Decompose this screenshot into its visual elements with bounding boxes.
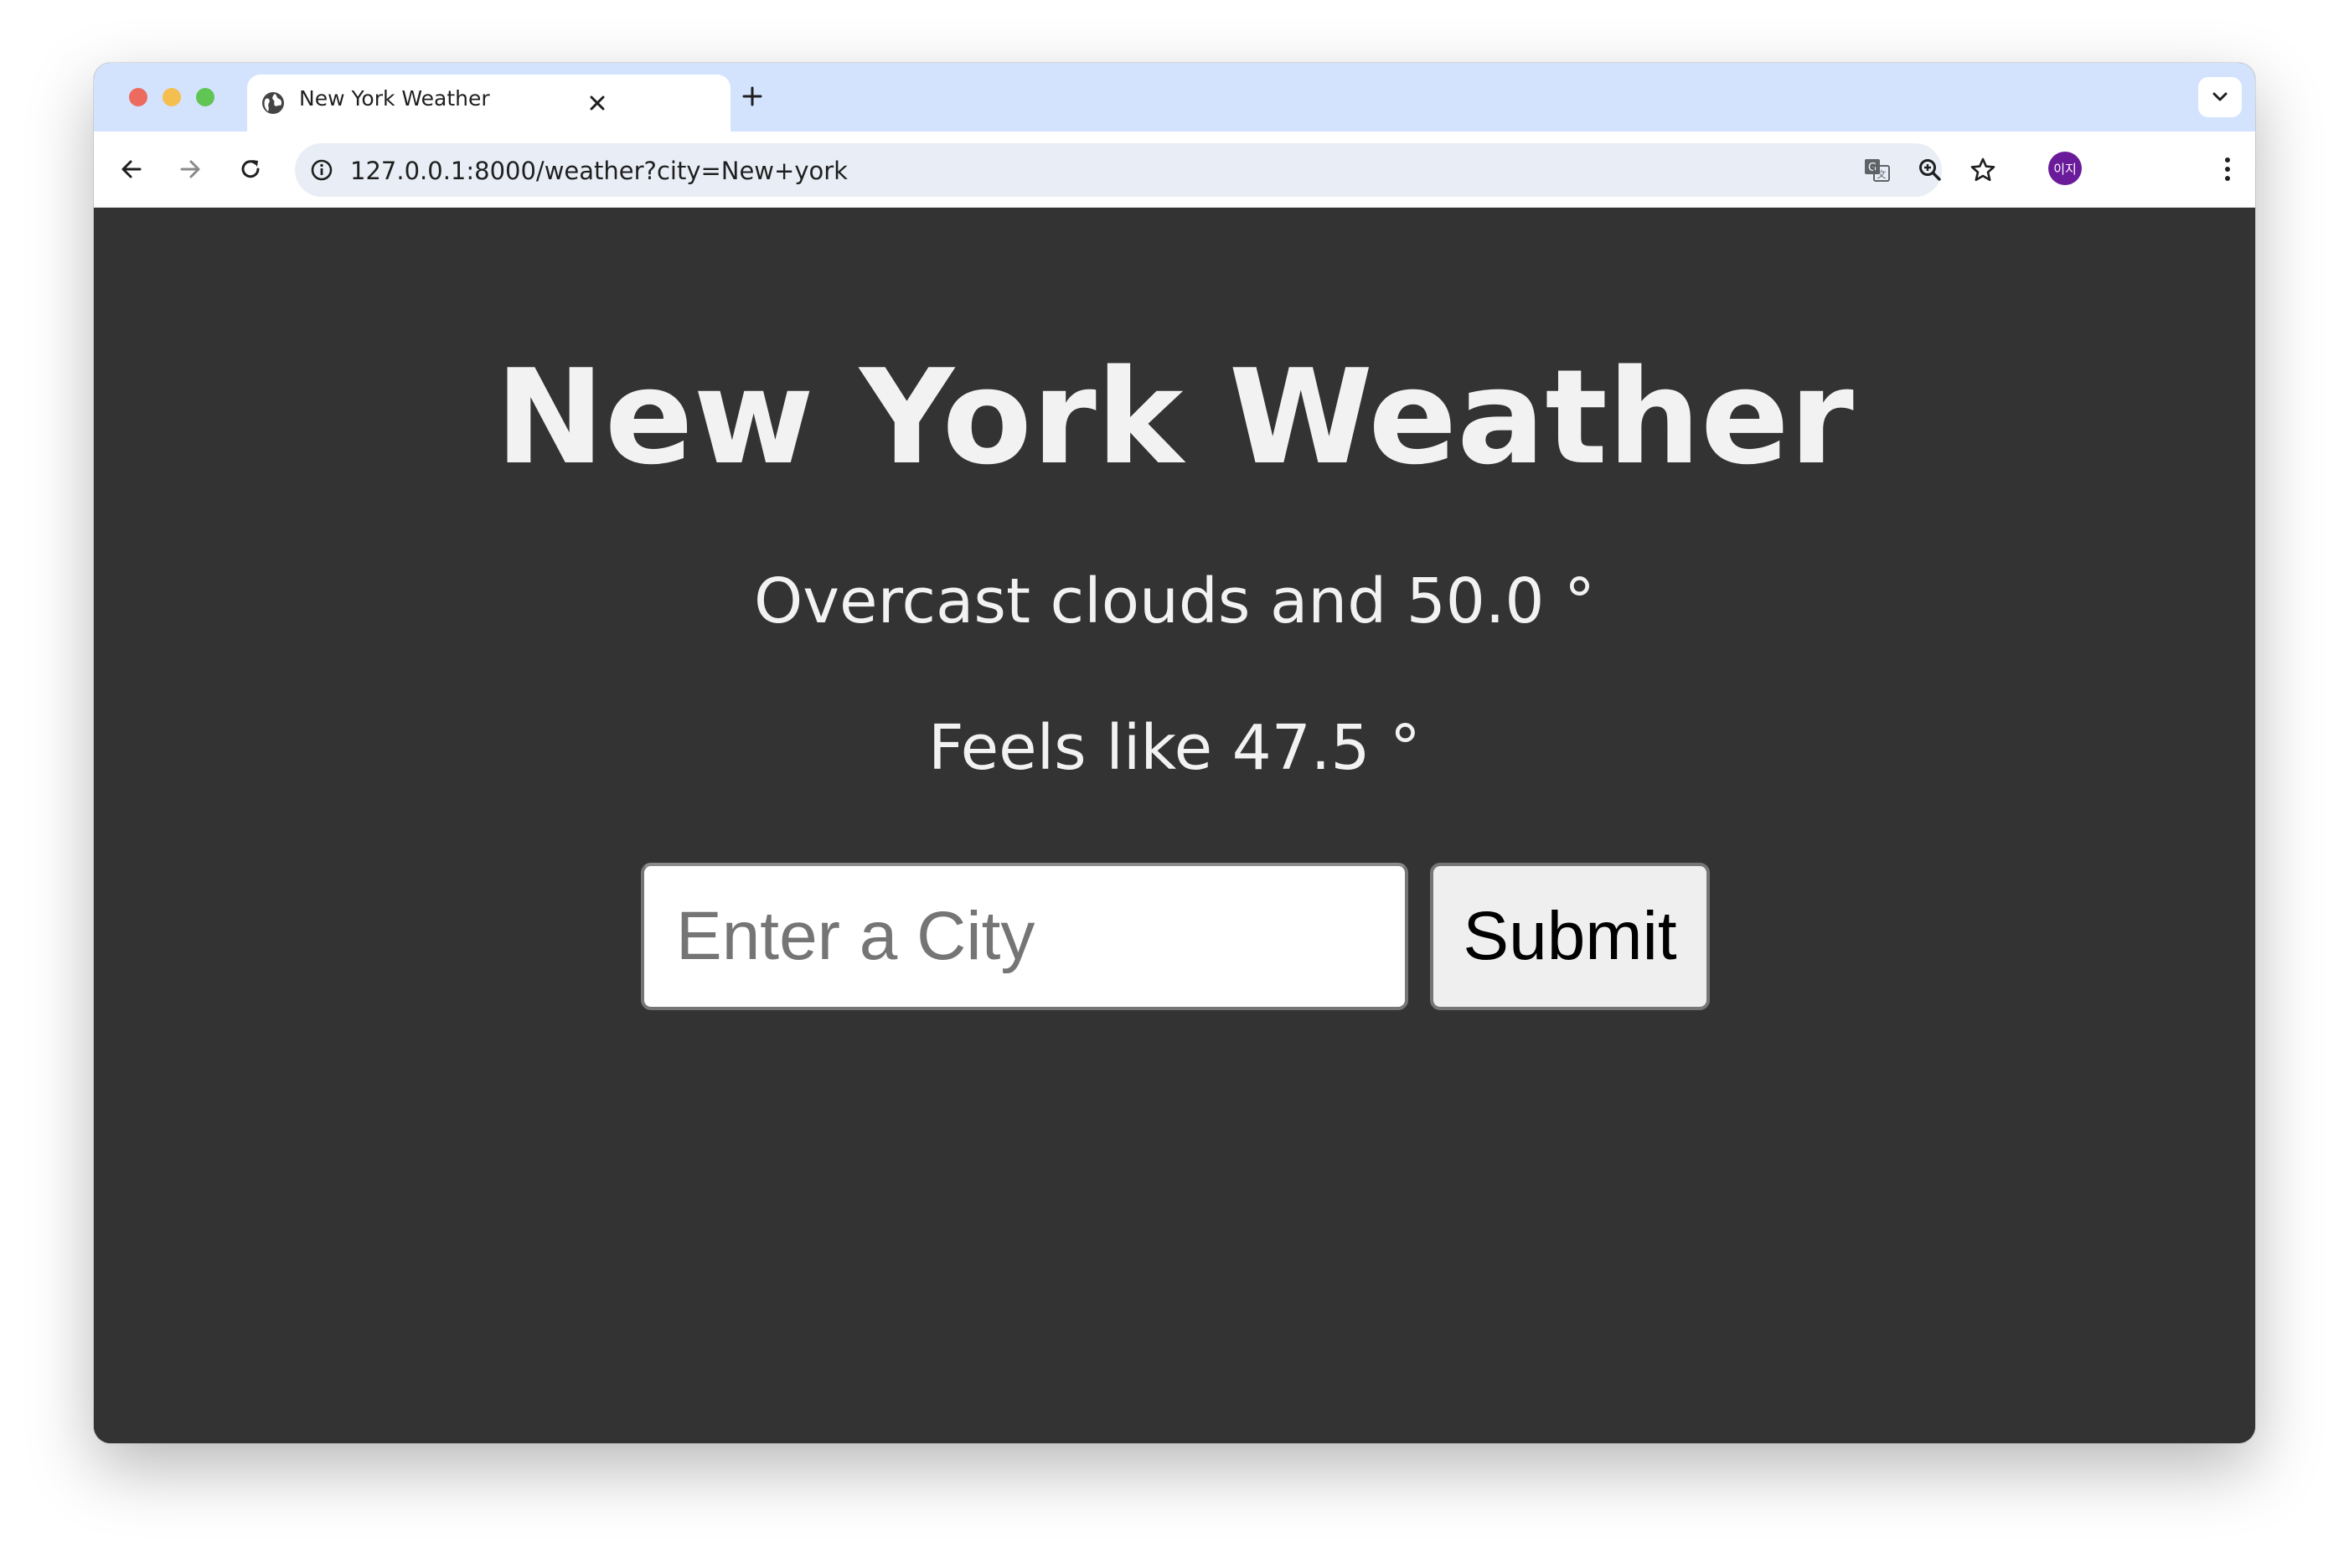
close-icon[interactable]: [582, 88, 612, 118]
svg-text:文: 文: [1877, 168, 1887, 180]
arrow-right-icon[interactable]: [171, 150, 209, 188]
page-content: New York Weather Overcast clouds and 50.…: [94, 208, 2255, 1443]
plus-icon[interactable]: [736, 80, 769, 113]
weather-conditions: Overcast clouds and 50.0 °: [754, 565, 1595, 637]
chevron-down-icon[interactable]: [2198, 77, 2242, 117]
submit-button[interactable]: Submit: [1430, 863, 1710, 1010]
reload-icon[interactable]: [231, 150, 270, 188]
address-bar[interactable]: 127.0.0.1:8000/weather?city=New+york G 文: [295, 143, 1995, 197]
arrow-left-icon[interactable]: [112, 150, 151, 188]
star-icon[interactable]: [1964, 152, 2001, 188]
translate-icon[interactable]: G 文: [1859, 152, 1896, 188]
browser-toolbar: 127.0.0.1:8000/weather?city=New+york G 文: [94, 132, 2255, 208]
tab-new-york-weather[interactable]: New York Weather: [247, 75, 731, 132]
svg-text:G: G: [1868, 162, 1877, 174]
kebab-menu-icon[interactable]: [2208, 150, 2247, 188]
feels-like-temperature: Feels like 47.5 °: [928, 712, 1421, 784]
page-title: New York Weather: [495, 341, 1854, 493]
tab-strip: New York Weather: [94, 63, 2255, 132]
info-icon[interactable]: [303, 152, 340, 188]
zoom-icon[interactable]: [1912, 152, 1949, 188]
browser-window: New York Weather 127.0.0.1:8000/weather?…: [94, 63, 2255, 1443]
globe-icon: [261, 90, 286, 116]
minimize-window-button[interactable]: [163, 88, 181, 106]
profile-avatar[interactable]: 이지: [2048, 152, 2082, 185]
url-text[interactable]: 127.0.0.1:8000/weather?city=New+york: [350, 157, 848, 185]
city-input[interactable]: [641, 863, 1408, 1010]
tab-title: New York Weather: [299, 86, 490, 111]
close-window-button[interactable]: [129, 88, 147, 106]
maximize-window-button[interactable]: [196, 88, 214, 106]
